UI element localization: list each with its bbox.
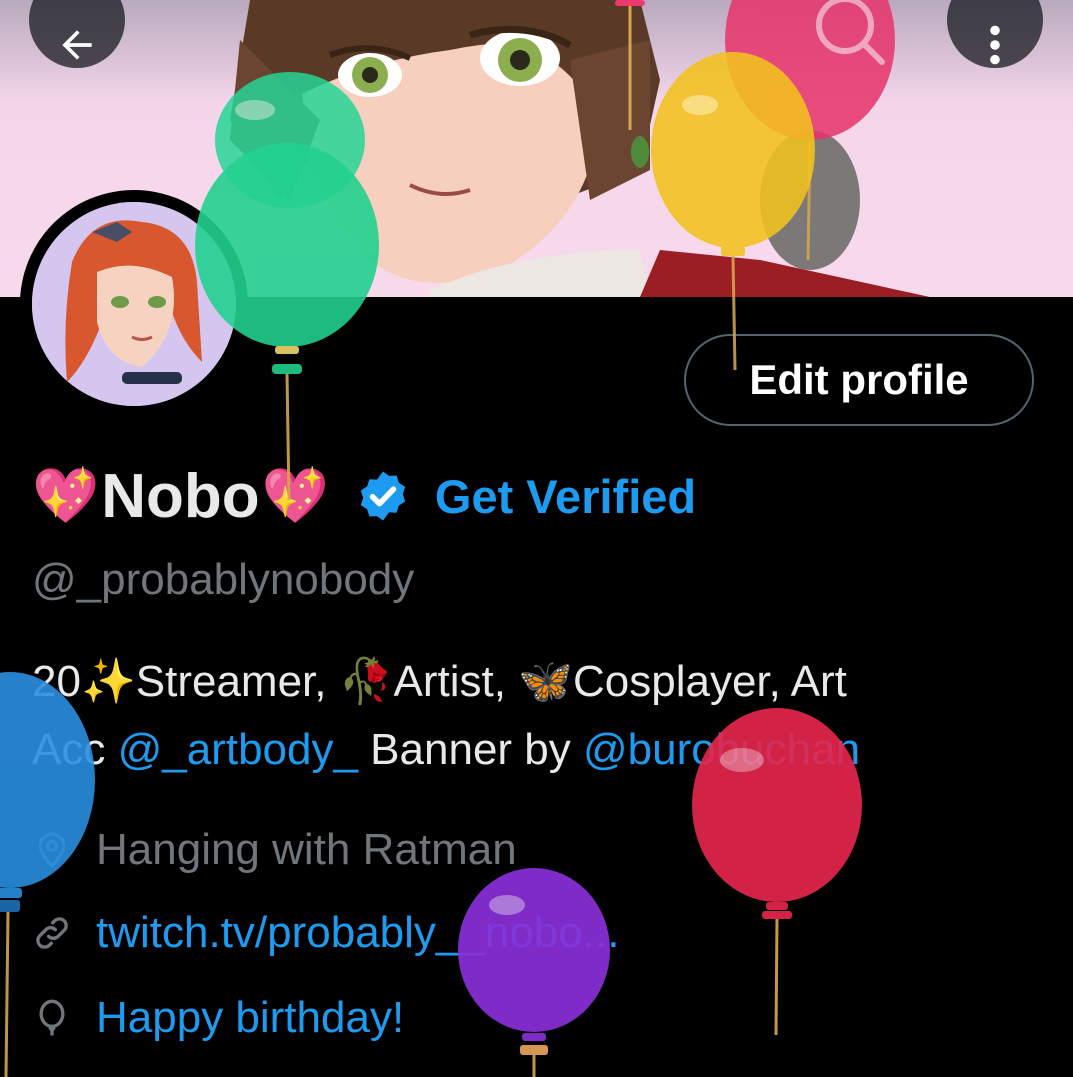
arrow-left-icon [62, 30, 92, 60]
bio-line-2: Acc @_artbody_ Banner by @burobuchan [32, 716, 1042, 784]
balloon-icon [39, 999, 65, 1036]
bio-text: Acc [32, 725, 118, 774]
butterfly-emoji: 🦋 [518, 657, 573, 706]
more-vertical-icon [990, 25, 1000, 65]
bio-age: 20 [32, 657, 81, 706]
bio-line-1: 20✨Streamer, 🥀Artist, 🦋Cosplayer, Art [32, 648, 1042, 716]
verified-badge-icon[interactable] [355, 468, 411, 524]
edit-profile-button[interactable]: Edit profile [684, 334, 1034, 426]
bio-text: Streamer, [135, 657, 339, 706]
profile-name-row: 💖 Nobo 💖 Get Verified [32, 456, 696, 536]
bio-text: Banner by [357, 725, 583, 774]
display-name: Nobo [101, 461, 260, 531]
bio-text: Artist, [393, 657, 519, 706]
get-verified-link[interactable]: Get Verified [435, 469, 696, 524]
avatar-art [32, 202, 236, 406]
sparkling-heart-emoji: 💖 [261, 464, 329, 527]
profile-bio: 20✨Streamer, 🥀Artist, 🦋Cosplayer, Art Ac… [32, 648, 1042, 784]
birthday-row: Happy birthday! [32, 983, 404, 1053]
link-icon [36, 917, 68, 949]
sparkling-heart-emoji: 💖 [32, 464, 100, 527]
location-row: Hanging with Ratman [32, 815, 517, 885]
wilted-rose-emoji: 🥀 [338, 657, 394, 706]
website-row: twitch.tv/probably__nobo... [32, 898, 619, 968]
location-pin-icon [38, 832, 66, 869]
website-link[interactable]: twitch.tv/probably__nobo... [96, 908, 619, 958]
mention-link-artbody[interactable]: @_artbody_ [118, 725, 358, 774]
avatar-container[interactable] [20, 190, 248, 418]
avatar [32, 202, 236, 406]
birthday-link[interactable]: Happy birthday! [96, 993, 404, 1043]
location-text: Hanging with Ratman [96, 825, 517, 874]
mention-link-burobuchan[interactable]: @burobuchan [583, 725, 860, 774]
bio-text: Cosplayer, Art [573, 657, 847, 706]
profile-handle: @_probablynobody [32, 555, 415, 604]
sparkles-emoji: ✨ [80, 657, 136, 706]
